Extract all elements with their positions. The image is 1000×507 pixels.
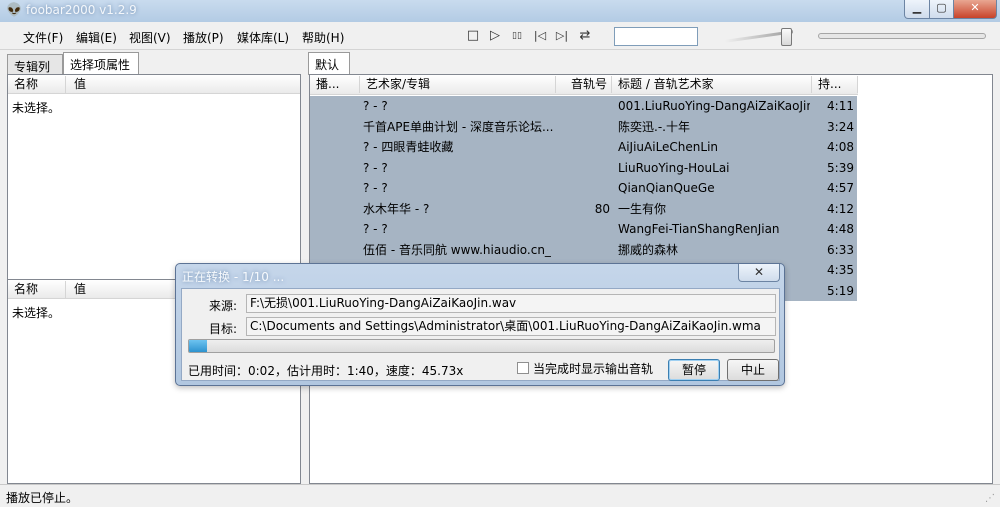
status-text: 播放已停止。 [6, 491, 79, 505]
app-icon: 👽 [6, 3, 23, 18]
menu-file[interactable]: 文件(F) [23, 29, 63, 46]
play-icon[interactable]: ▷ [486, 27, 504, 45]
artist-album-cell: ? - ? [363, 160, 388, 175]
menu-bar: 文件(F) 编辑(E) 视图(V) 播放(P) 媒体库(L) 帮助(H) □ ▷… [0, 22, 1000, 50]
minimize-button[interactable]: ▁ [904, 0, 930, 19]
tab-selection-properties[interactable]: 选择项属性 [63, 52, 139, 75]
column-name[interactable]: 名称 [8, 281, 66, 298]
playlist-row[interactable]: ? - ? WangFei-TianShangRenJian 4:48 [310, 219, 857, 240]
duration-cell: 4:08 [827, 140, 854, 154]
track-cell [560, 158, 610, 178]
artist-album-cell: 千首APE单曲计划 - 深度音乐论坛... [363, 119, 553, 134]
progress-fill [189, 340, 207, 352]
artist-album-cell: ? - ? [363, 181, 388, 195]
playlist-row[interactable]: ? - ? 001.LiuRuoYing-DangAiZaiKaoJin 4:1… [310, 96, 857, 117]
duration-cell: 5:19 [827, 283, 854, 298]
title-cell: 挪威的森林 [618, 242, 679, 257]
dialog-close-button[interactable]: ✕ [738, 264, 780, 282]
close-button[interactable]: ✕ [953, 0, 997, 19]
pause-icon[interactable]: ▯▯ [508, 27, 526, 45]
title-cell: LiuRuoYing-HouLai [618, 160, 730, 175]
menu-library[interactable]: 媒体库(L) [237, 29, 289, 46]
properties-panel-top: 名称 值 未选择。 [7, 74, 301, 282]
playlist-row[interactable]: ? - ? LiuRuoYing-HouLai 5:39 [310, 157, 857, 178]
playlist-header: 播... 艺术家/专辑 音轨号 标题 / 音轨艺术家 持... [310, 75, 858, 95]
pause-button[interactable]: 暂停 [668, 359, 720, 381]
track-cell [560, 96, 610, 116]
duration-cell: 6:33 [827, 242, 854, 257]
playback-order-box[interactable] [614, 27, 698, 46]
duration-cell: 3:24 [827, 119, 854, 134]
menu-playback[interactable]: 播放(P) [183, 29, 224, 46]
track-cell [560, 219, 610, 239]
source-label: 来源: [209, 299, 238, 313]
column-playing[interactable]: 播... [310, 76, 360, 93]
track-cell [560, 137, 610, 157]
title-bar: 👽 foobar2000 v1.2.9 ▁ ▢ ✕ [0, 0, 1000, 22]
dialog-title: 正在转换 - 1/10 ... [182, 270, 285, 284]
duration-cell: 4:35 [827, 263, 854, 277]
menu-view[interactable]: 视图(V) [129, 29, 171, 46]
menu-help[interactable]: 帮助(H) [302, 29, 344, 46]
artist-album-cell: ? - 四眼青蛙收藏 [363, 140, 454, 154]
column-value[interactable]: 值 [68, 76, 300, 93]
volume-slider-thumb[interactable] [781, 28, 792, 46]
conversion-progress-bar [188, 339, 775, 353]
duration-cell: 4:11 [827, 99, 854, 113]
conversion-dialog: 正在转换 - 1/10 ... ✕ 来源: F:\无损\001.LiuRuoYi… [175, 263, 785, 386]
resize-grip-icon[interactable]: ⋰ [985, 493, 995, 504]
playlist-row[interactable]: 水木年华 - ? 80 一生有你 4:12 [310, 198, 857, 219]
artist-album-cell: 伍佰 - 音乐同航 www.hiaudio.cn_ [363, 242, 551, 257]
status-bar: 播放已停止。 ⋰ [0, 484, 1000, 507]
next-icon[interactable]: ▷| [553, 27, 571, 45]
column-title[interactable]: 标题 / 音轨艺术家 [612, 76, 812, 93]
playlist-row[interactable]: 千首APE单曲计划 - 深度音乐论坛... 陈奕迅.-.十年 3:24 [310, 116, 857, 137]
column-header: 名称 值 [8, 75, 300, 94]
abort-button[interactable]: 中止 [727, 359, 779, 381]
menu-edit[interactable]: 编辑(E) [76, 29, 117, 46]
track-cell [560, 240, 610, 260]
track-cell [560, 178, 610, 198]
empty-message: 未选择。 [12, 306, 61, 320]
stats-text: 已用时间：0:02，估计用时：1:40，速度：45.73x [188, 364, 464, 378]
target-field[interactable]: C:\Documents and Settings\Administrator\… [246, 317, 776, 336]
column-duration[interactable]: 持... [812, 76, 858, 93]
playlist-row[interactable]: ? - 四眼青蛙收藏 AiJiuAiLeChenLin 4:08 [310, 137, 857, 158]
dialog-body: 来源: F:\无损\001.LiuRuoYing-DangAiZaiKaoJin… [181, 288, 780, 381]
duration-cell: 4:57 [827, 181, 854, 195]
duration-cell: 4:12 [827, 201, 854, 216]
tab-album-list[interactable]: 专辑列表 [7, 54, 63, 91]
column-artist-album[interactable]: 艺术家/专辑 [360, 76, 556, 93]
previous-icon[interactable]: |◁ [531, 27, 549, 45]
artist-album-cell: ? - ? [363, 99, 388, 113]
column-name[interactable]: 名称 [8, 76, 66, 93]
artist-album-cell: 水木年华 - ? [363, 201, 430, 216]
duration-cell: 4:48 [827, 222, 854, 236]
source-field[interactable]: F:\无损\001.LiuRuoYing-DangAiZaiKaoJin.wav [246, 294, 776, 313]
title-cell: 一生有你 [618, 201, 667, 216]
target-label: 目标: [209, 322, 238, 336]
window-title: foobar2000 v1.2.9 [26, 3, 137, 17]
playlist-row[interactable]: ? - ? QianQianQueGe 4:57 [310, 178, 857, 199]
title-cell: AiJiuAiLeChenLin [618, 140, 719, 154]
duration-cell: 5:39 [827, 160, 854, 175]
show-output-checkbox[interactable] [517, 362, 529, 374]
track-cell: 80 [594, 201, 610, 216]
title-cell: WangFei-TianShangRenJian [618, 222, 780, 236]
track-cell [560, 117, 610, 137]
playlist-row[interactable]: 伍佰 - 音乐同航 www.hiaudio.cn_ 挪威的森林 6:33 [310, 239, 857, 260]
random-icon[interactable]: ⇄ [576, 27, 594, 45]
tab-default-playlist[interactable]: 默认 [308, 52, 350, 75]
artist-album-cell: ? - ? [363, 222, 388, 236]
stop-icon[interactable]: □ [464, 27, 482, 45]
empty-message: 未选择。 [12, 101, 61, 115]
title-cell: 001.LiuRuoYing-DangAiZaiKaoJin [618, 99, 810, 113]
column-track[interactable]: 音轨号 [556, 76, 612, 93]
title-cell: QianQianQueGe [618, 181, 715, 195]
maximize-button[interactable]: ▢ [929, 0, 954, 19]
title-cell: 陈奕迅.-.十年 [618, 119, 690, 134]
checkbox-label[interactable]: 当完成时显示输出音轨 [533, 360, 653, 377]
seek-bar[interactable] [818, 33, 986, 39]
